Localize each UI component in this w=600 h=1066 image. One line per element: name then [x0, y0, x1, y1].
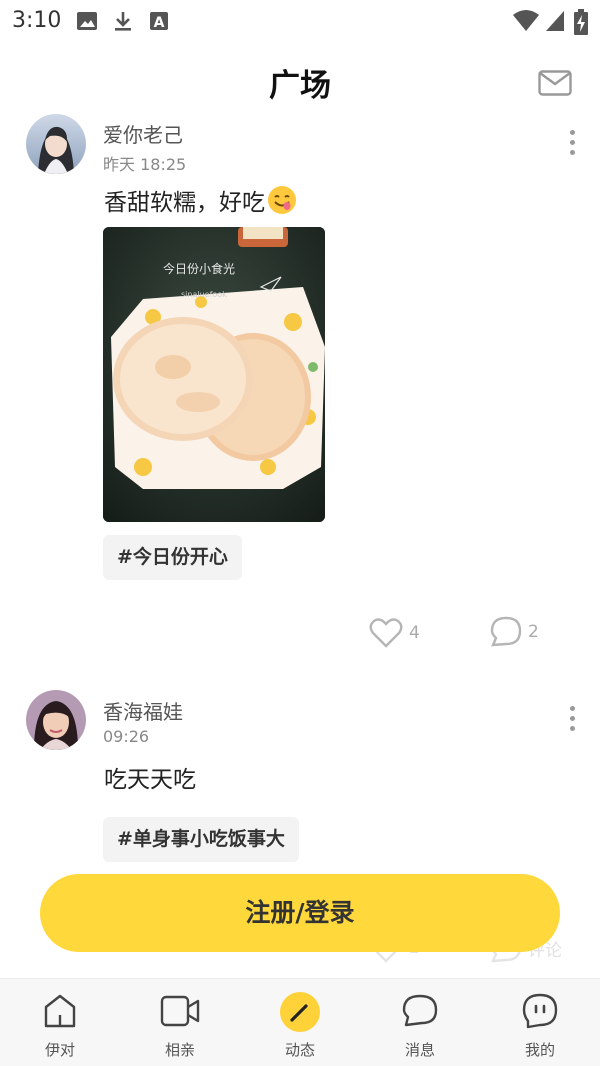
topic-tag[interactable]: #今日份开心: [103, 535, 242, 580]
status-bar: 3:10 A: [0, 0, 600, 44]
video-icon: [160, 995, 200, 1027]
avatar[interactable]: [26, 690, 86, 750]
wifi-icon: [513, 10, 539, 31]
home-icon: [44, 994, 76, 1028]
heart-icon: [369, 618, 403, 648]
nav-label: 我的: [524, 1041, 555, 1059]
yum-emoji-icon: [267, 185, 297, 221]
comment-button[interactable]: 2: [490, 616, 539, 648]
download-icon: [115, 12, 131, 31]
like-button[interactable]: 4: [369, 617, 420, 649]
page-title: 广场: [269, 68, 331, 104]
post-photo[interactable]: 今日份小食光 sinaluefook: [103, 227, 325, 522]
nav-item-wode[interactable]: 我的: [480, 979, 600, 1066]
photo-watermark: sinaluefook: [181, 290, 227, 299]
comment-icon: [490, 616, 522, 647]
like-count: 4: [409, 623, 420, 643]
bottom-nav: 伊对 相亲 动态 消息 我的: [0, 978, 600, 1066]
avatar[interactable]: [26, 114, 86, 174]
more-options-icon[interactable]: [566, 127, 578, 161]
nav-label: 伊对: [44, 1041, 75, 1059]
mail-icon[interactable]: [538, 70, 572, 96]
nav-item-xiaoxi[interactable]: 消息: [360, 979, 480, 1066]
nav-label: 动态: [284, 1041, 315, 1059]
font-a-icon: A: [150, 12, 168, 31]
username[interactable]: 爱你老己: [103, 119, 183, 148]
username[interactable]: 香海福娃: [103, 696, 183, 725]
nav-item-xiangqin[interactable]: 相亲: [120, 979, 240, 1066]
nav-label: 相亲: [164, 1041, 195, 1059]
nav-item-yidui[interactable]: 伊对: [0, 979, 120, 1066]
post-text: 吃天天吃: [104, 767, 196, 793]
topic-tag[interactable]: #单身事小吃饭事大: [103, 817, 299, 862]
nav-label: 消息: [404, 1041, 435, 1059]
header: 广场: [0, 44, 600, 116]
post-time: 09:26: [103, 727, 150, 746]
svg-text:A: A: [154, 15, 165, 31]
signal-icon: [546, 11, 564, 31]
battery-charging-icon: [574, 9, 588, 35]
comment-count: 2: [528, 622, 539, 642]
register-login-button[interactable]: 注册/登录: [40, 874, 560, 952]
post-text: 香甜软糯，好吃: [104, 183, 297, 221]
status-time: 3:10: [12, 8, 62, 33]
more-options-icon[interactable]: [566, 703, 578, 737]
pen-icon: [280, 992, 320, 1032]
post-text-content: 香甜软糯，好吃: [104, 190, 265, 216]
image-icon: [77, 12, 97, 30]
nav-item-dongtai[interactable]: 动态: [240, 979, 360, 1066]
profile-icon: [522, 993, 558, 1029]
post-time: 昨天 18:25: [103, 155, 187, 174]
photo-caption: 今日份小食光: [163, 261, 235, 276]
message-icon: [402, 994, 438, 1027]
